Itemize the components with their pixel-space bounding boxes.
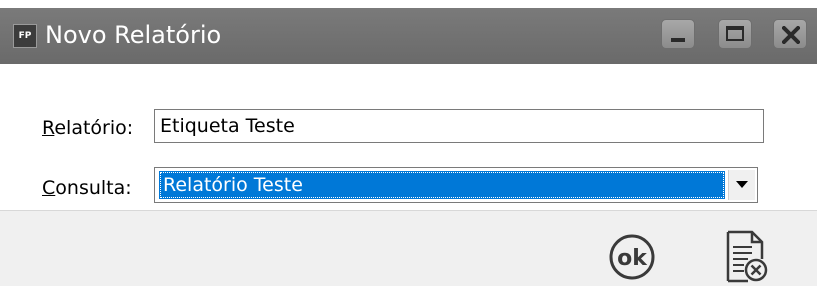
consulta-label-accel: C	[42, 177, 56, 199]
cancel-document-icon	[726, 230, 768, 283]
title-bar[interactable]: FP Novo Relatório	[0, 8, 817, 64]
desktop-strip	[0, 0, 817, 8]
ok-button[interactable]: ok	[606, 233, 658, 281]
minimize-button[interactable]	[661, 19, 695, 49]
consulta-select[interactable]: Relatório Teste	[154, 167, 758, 203]
consulta-selected-value: Relatório Teste	[159, 171, 725, 199]
maximize-button[interactable]	[718, 19, 752, 49]
maximize-icon	[726, 26, 744, 41]
close-icon	[782, 26, 800, 44]
dropdown-button[interactable]	[728, 170, 755, 200]
relatorio-label-text: elatório:	[54, 117, 134, 139]
consulta-label-text: onsulta:	[55, 177, 132, 199]
dialog-window: FP Novo Relatório Relatório: Etiqueta Te…	[0, 8, 817, 286]
cancel-button[interactable]	[722, 229, 770, 285]
ok-icon-text: ok	[617, 246, 648, 271]
button-bar: ok	[0, 210, 817, 286]
relatorio-label-accel: R	[42, 117, 55, 139]
consulta-label: Consulta:	[42, 177, 132, 199]
form-area: Relatório: Etiqueta Teste Consulta: Rela…	[0, 64, 817, 210]
minimize-icon	[671, 38, 685, 42]
app-logo-icon: FP	[13, 24, 37, 48]
window-title: Novo Relatório	[45, 21, 222, 49]
close-button[interactable]	[773, 19, 807, 49]
chevron-down-icon	[736, 181, 748, 188]
ok-icon: ok	[609, 234, 655, 280]
relatorio-label: Relatório:	[42, 117, 133, 139]
relatorio-input[interactable]: Etiqueta Teste	[154, 109, 764, 143]
